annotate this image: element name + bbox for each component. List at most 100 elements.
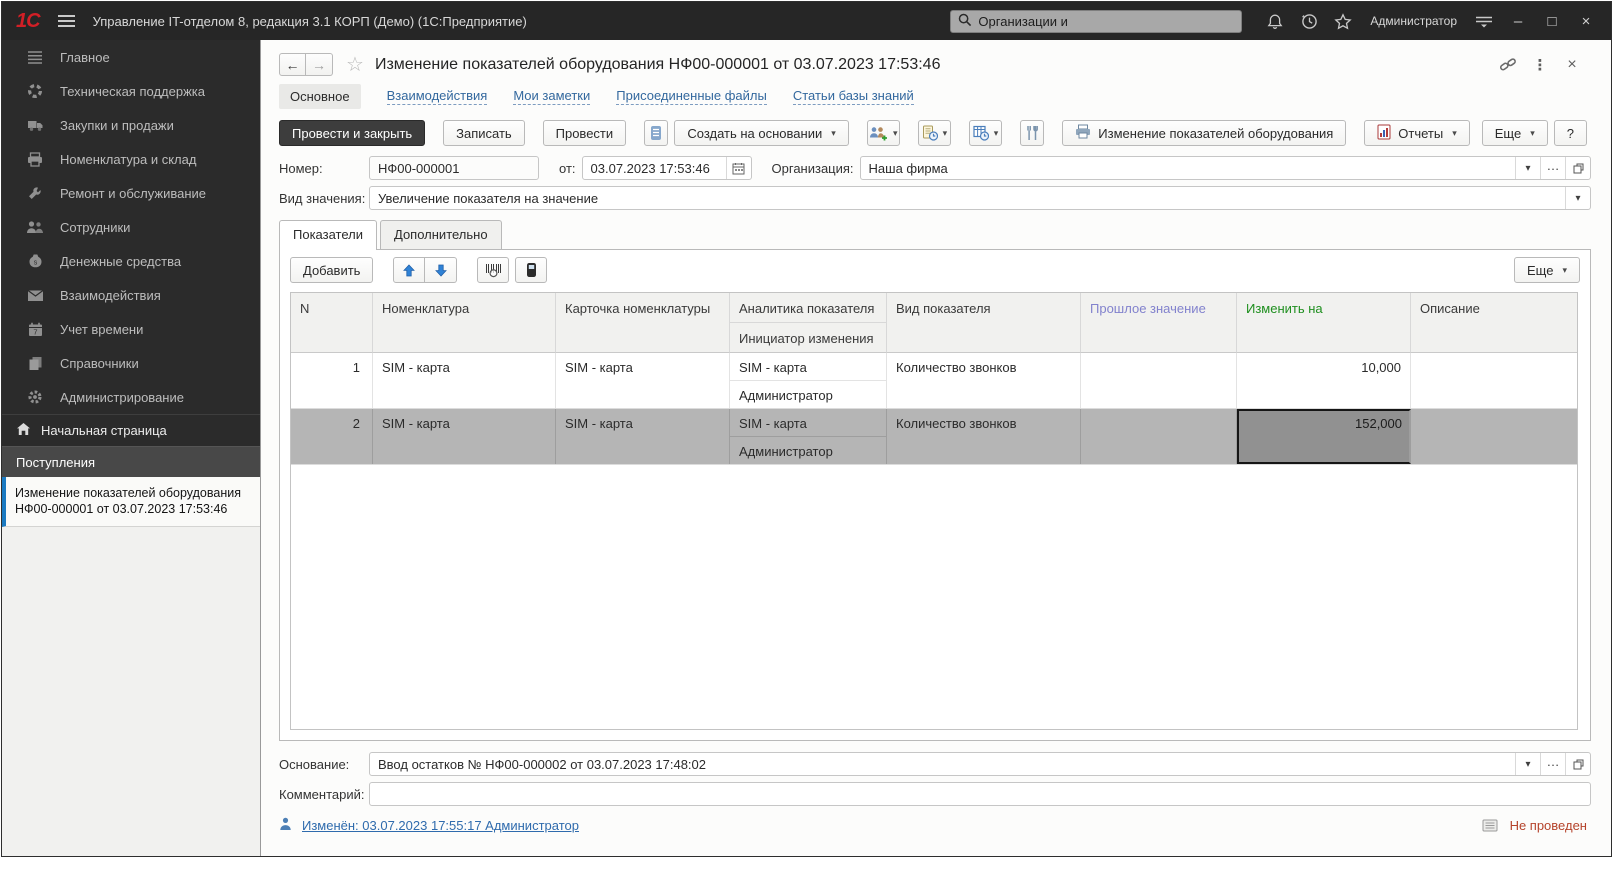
cell-indicator-kind[interactable]: Количество звонков bbox=[887, 409, 1081, 464]
app-window: 1С Управление IT-отделом 8, редакция 3.1… bbox=[1, 1, 1612, 857]
minimize-button[interactable]: – bbox=[1503, 7, 1533, 35]
move-row-down-button[interactable] bbox=[425, 257, 457, 283]
cell-analytics[interactable]: SIM - карта bbox=[730, 409, 886, 437]
hamburger-menu-icon[interactable] bbox=[58, 15, 75, 17]
data-terminal-button[interactable] bbox=[515, 257, 547, 283]
cell-initiator[interactable]: Администратор bbox=[730, 381, 886, 408]
grid-more-button[interactable]: Еще bbox=[1514, 257, 1580, 283]
cell-change-to[interactable]: 10,000 bbox=[1237, 353, 1411, 408]
comment-field[interactable] bbox=[369, 782, 1591, 806]
value-kind-value: Увеличение показателя на значение bbox=[370, 191, 1565, 206]
sidebar-item-time[interactable]: 7 Учет времени bbox=[2, 312, 260, 346]
cell-initiator[interactable]: Администратор bbox=[730, 437, 886, 464]
cell-analytics-initiator[interactable]: SIM - карта Администратор bbox=[730, 353, 887, 408]
sidebar-item-employees[interactable]: Сотрудники bbox=[2, 210, 260, 244]
tab-indicators[interactable]: Показатели bbox=[279, 220, 377, 249]
basis-field[interactable]: Ввод остатков № НФ00-000002 от 03.07.202… bbox=[369, 752, 1591, 776]
cell-description[interactable] bbox=[1411, 353, 1577, 408]
more-actions-kebab-icon[interactable]: ⋮ bbox=[1527, 53, 1553, 77]
back-arrow-button[interactable]: ← bbox=[279, 53, 306, 76]
global-search-input[interactable]: Организации и bbox=[950, 10, 1242, 33]
cell-analytics[interactable]: SIM - карта bbox=[730, 353, 886, 381]
sidebar-item-purchases[interactable]: Закупки и продажи bbox=[2, 108, 260, 142]
add-row-button[interactable]: Добавить bbox=[290, 257, 373, 283]
assign-responsible-button[interactable] bbox=[867, 120, 900, 146]
forward-arrow-button[interactable]: → bbox=[306, 53, 333, 76]
document-header: ← → ☆ Изменение показателей оборудования… bbox=[261, 40, 1611, 82]
reports-button[interactable]: Отчеты bbox=[1364, 120, 1469, 146]
sidebar-item-warehouse[interactable]: Номенклатура и склад bbox=[2, 142, 260, 176]
favorite-star-icon[interactable]: ☆ bbox=[346, 52, 364, 77]
nav-link-kb-articles[interactable]: Статьи базы знаний bbox=[793, 88, 914, 105]
cell-nomenclature[interactable]: SIM - карта bbox=[373, 353, 556, 408]
cell-previous-value[interactable] bbox=[1081, 353, 1237, 408]
save-button[interactable]: Записать bbox=[443, 120, 525, 146]
post-button[interactable]: Провести bbox=[543, 120, 627, 146]
organization-field[interactable]: Наша фирма bbox=[860, 156, 1591, 180]
nav-tab-main[interactable]: Основное bbox=[279, 84, 361, 109]
sidebar-item-main[interactable]: Главное bbox=[2, 40, 260, 74]
service-menu-icon[interactable] bbox=[1469, 7, 1499, 35]
sidebar-item-money[interactable]: s Денежные средства bbox=[2, 244, 260, 278]
print-document-button[interactable]: Изменение показателей оборудования bbox=[1062, 120, 1346, 146]
value-kind-field[interactable]: Увеличение показателя на значение bbox=[369, 186, 1591, 210]
get-link-icon[interactable] bbox=[1495, 53, 1521, 77]
current-user[interactable]: Администратор bbox=[1370, 14, 1457, 28]
close-document-icon[interactable]: × bbox=[1559, 53, 1585, 77]
basis-open-icon[interactable] bbox=[1565, 753, 1590, 775]
favorites-star-icon[interactable] bbox=[1328, 7, 1358, 35]
cell-indicator-kind[interactable]: Количество звонков bbox=[887, 353, 1081, 408]
modified-history-link[interactable]: Изменён: 03.07.2023 17:55:17 Администрат… bbox=[302, 818, 579, 833]
sidebar-item-home-page[interactable]: Начальная страница bbox=[2, 414, 260, 446]
cell-change-to-active[interactable]: 152,000 bbox=[1237, 409, 1411, 464]
home-page-label: Начальная страница bbox=[41, 423, 167, 438]
service-tools-button[interactable] bbox=[1020, 120, 1044, 146]
barcode-scan-button[interactable] bbox=[477, 257, 509, 283]
cell-description[interactable] bbox=[1411, 409, 1577, 464]
cell-card[interactable]: SIM - карта bbox=[556, 409, 730, 464]
cell-card[interactable]: SIM - карта bbox=[556, 353, 730, 408]
sidebar-item-interactions[interactable]: Взаимодействия bbox=[2, 278, 260, 312]
sidebar-group-receipts[interactable]: Поступления bbox=[2, 446, 260, 477]
sidebar-item-repair[interactable]: Ремонт и обслуживание bbox=[2, 176, 260, 210]
number-field[interactable]: НФ00-000001 bbox=[369, 156, 539, 180]
document-register-button[interactable] bbox=[644, 120, 668, 146]
sidebar-item-support[interactable]: Техническая поддержка bbox=[2, 74, 260, 108]
cell-nomenclature[interactable]: SIM - карта bbox=[373, 409, 556, 464]
nav-link-interactions[interactable]: Взаимодействия bbox=[387, 88, 488, 105]
organization-choose-icon[interactable] bbox=[1540, 157, 1565, 179]
cell-n[interactable]: 1 bbox=[291, 353, 373, 408]
create-based-on-button[interactable]: Создать на основании bbox=[674, 120, 848, 146]
table-row[interactable]: 1 SIM - карта SIM - карта SIM - карта Ад… bbox=[291, 353, 1577, 409]
document-tasks-button[interactable] bbox=[918, 120, 951, 146]
post-and-close-button[interactable]: Провести и закрыть bbox=[279, 120, 425, 146]
move-row-up-button[interactable] bbox=[393, 257, 425, 283]
calendar-picker-icon[interactable] bbox=[726, 157, 751, 179]
more-button[interactable]: Еще bbox=[1482, 120, 1548, 146]
nav-link-attached-files[interactable]: Присоединенные файлы bbox=[616, 88, 767, 105]
cell-n[interactable]: 2 bbox=[291, 409, 373, 464]
basis-choose-icon[interactable] bbox=[1540, 753, 1565, 775]
cell-analytics-initiator[interactable]: SIM - карта Администратор bbox=[730, 409, 887, 464]
close-window-button[interactable]: × bbox=[1571, 7, 1601, 35]
print-button-label: Изменение показателей оборудования bbox=[1098, 126, 1333, 141]
cell-previous-value[interactable] bbox=[1081, 409, 1237, 464]
value-kind-dropdown-icon[interactable] bbox=[1565, 187, 1590, 209]
sidebar-item-administration[interactable]: Администрирование bbox=[2, 380, 260, 414]
app-title: Управление IT-отделом 8, редакция 3.1 КО… bbox=[93, 14, 527, 29]
organization-dropdown-icon[interactable] bbox=[1515, 157, 1540, 179]
date-label: от: bbox=[559, 161, 576, 176]
organization-open-icon[interactable] bbox=[1565, 157, 1590, 179]
maximize-button[interactable]: □ bbox=[1537, 7, 1567, 35]
sidebar-item-catalogs[interactable]: Справочники bbox=[2, 346, 260, 380]
table-row-selected[interactable]: 2 SIM - карта SIM - карта SIM - карта Ад… bbox=[291, 409, 1577, 465]
basis-dropdown-icon[interactable] bbox=[1515, 753, 1540, 775]
history-clock-icon[interactable] bbox=[1294, 7, 1324, 35]
help-button[interactable]: ? bbox=[1554, 120, 1587, 146]
sidebar-open-document-item[interactable]: Изменение показателей оборудования НФ00-… bbox=[2, 477, 260, 527]
notifications-bell-icon[interactable] bbox=[1260, 7, 1290, 35]
scheduled-list-button[interactable] bbox=[969, 120, 1002, 146]
tab-additional[interactable]: Дополнительно bbox=[380, 220, 502, 249]
nav-link-my-notes[interactable]: Мои заметки bbox=[513, 88, 590, 105]
date-field[interactable]: 03.07.2023 17:53:46 bbox=[582, 156, 752, 180]
